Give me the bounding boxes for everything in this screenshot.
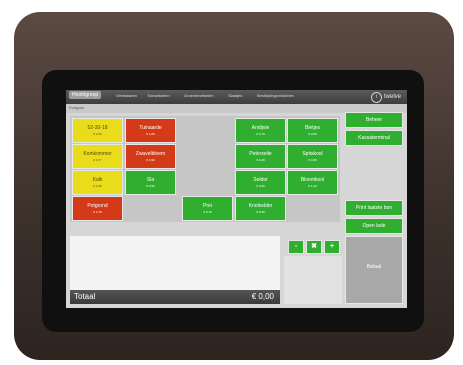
product-price: € 0,59 [146, 184, 155, 188]
product-price: € 1,89 [146, 132, 155, 136]
product-tile[interactable]: Knolselder € 0,99 [235, 196, 286, 221]
product-tile[interactable]: Prei € 0,79 [182, 196, 233, 221]
increase-button[interactable]: + [324, 240, 340, 254]
tab-groenteartikelen[interactable]: Groenteartikelen [184, 93, 214, 98]
product-name: Selder [253, 177, 268, 183]
product-name: Tuinaarde [139, 125, 162, 131]
product-name: Kalk [92, 177, 103, 183]
product-name: Zwavelbloem [135, 151, 166, 157]
product-price: € 0,99 [256, 210, 265, 214]
total-bar: Totaal € 0,00 [70, 290, 280, 304]
logo-icon: t [370, 91, 382, 103]
kassaterminal-button[interactable]: Kassaterminal [345, 130, 403, 146]
pos-screen: Hoofdgroep Vleeswaren Tuinartikelen Groe… [66, 90, 407, 308]
product-tile[interactable]: Potgrond € 2,79 [72, 196, 123, 221]
product-tile[interactable]: Tuinaarde € 1,89 [125, 118, 176, 143]
product-price: € 0,79 [256, 132, 265, 136]
product-name: Bloemkool [300, 177, 325, 183]
product-price: € 2,79 [93, 210, 102, 214]
product-price: € 0,69 [256, 184, 265, 188]
product-tile[interactable]: Sla € 0,59 [125, 170, 176, 195]
decrease-button[interactable]: - [288, 240, 304, 254]
brand-logo: t twelve [370, 91, 401, 103]
product-price: € 1,29 [308, 184, 317, 188]
product-tile[interactable]: Bloemkool € 1,29 [287, 170, 338, 195]
product-name: Sla [146, 177, 155, 183]
tab-bestrijdingsmiddelen[interactable]: Bestrijdingsmiddelen [257, 93, 294, 98]
product-name: Potgrond [87, 203, 108, 209]
product-name: Prei [203, 203, 212, 209]
product-tile[interactable]: Andijvie € 0,79 [235, 118, 286, 143]
tab-slaatjes[interactable]: Slaatjes [228, 93, 242, 98]
breadcrumb-label: Pootgoed [69, 106, 84, 110]
tab-hoofdgroep[interactable]: Hoofdgroep [69, 91, 102, 99]
product-tile[interactable]: Kalk € 2,49 [72, 170, 123, 195]
product-price: € 2,99 [93, 132, 102, 136]
product-price: € 0,79 [203, 210, 212, 214]
product-tile[interactable]: Spitskool € 0,99 [287, 144, 338, 169]
print-last-receipt-button[interactable]: Print laatste bon [345, 200, 403, 216]
product-price: € 2,49 [93, 184, 102, 188]
product-tile[interactable]: Zwavelbloem € 3,99 [125, 144, 176, 169]
product-price: € 0,77 [93, 158, 102, 162]
product-price: € 0,89 [308, 132, 317, 136]
logo-text: twelve [383, 94, 401, 100]
product-name: 52-30-18 [87, 125, 108, 131]
order-panel [284, 256, 342, 304]
product-grid: 52-30-18 € 2,99 Tuinaarde € 1,89 Komkomm… [70, 116, 340, 222]
product-name: Knolselder [248, 203, 273, 209]
product-price: € 0,99 [308, 158, 317, 162]
product-price: € 3,99 [146, 158, 155, 162]
product-name: Bietjes [304, 125, 320, 131]
product-name: Komkommer [83, 151, 112, 157]
product-price: € 0,49 [256, 158, 265, 162]
pay-button[interactable]: Betaal [345, 236, 403, 304]
total-label: Totaal [74, 292, 96, 301]
beheer-button[interactable]: Beheer [345, 112, 403, 128]
category-bar: Hoofdgroep Vleeswaren Tuinartikelen Groe… [66, 90, 407, 104]
total-value: € 0,00 [251, 292, 274, 301]
tab-tuinartikelen[interactable]: Tuinartikelen [147, 93, 170, 98]
tab-vleeswaren[interactable]: Vleeswaren [116, 93, 137, 98]
product-name: Spitskool [302, 151, 323, 157]
product-tile[interactable]: Selder € 0,69 [235, 170, 286, 195]
product-name: Peterselie [249, 151, 272, 157]
product-name: Andijvie [251, 125, 270, 131]
product-tile[interactable]: Komkommer € 0,77 [72, 144, 123, 169]
delete-line-button[interactable]: ✖ [306, 240, 322, 254]
open-drawer-button[interactable]: Open lade [345, 218, 403, 234]
product-tile[interactable]: Bietjes € 0,89 [287, 118, 338, 143]
product-tile[interactable]: 52-30-18 € 2,99 [72, 118, 123, 143]
product-tile[interactable]: Peterselie € 0,49 [235, 144, 286, 169]
order-list[interactable] [70, 236, 280, 290]
